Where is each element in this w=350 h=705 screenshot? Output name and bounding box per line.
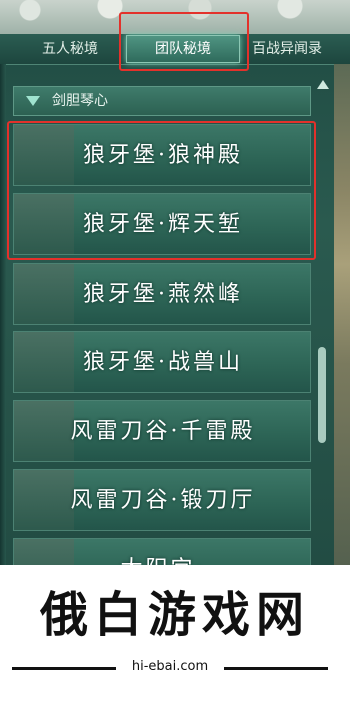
scrollbar-thumb[interactable] — [318, 347, 326, 443]
dungeon-item-taiyang-gong[interactable]: 太阳宫· — [13, 538, 311, 565]
selected-tab-highlight-box — [119, 12, 249, 71]
watermark-title: 俄白游戏网 — [39, 587, 310, 643]
scene-background-strip — [334, 64, 350, 565]
scrollbar[interactable] — [316, 84, 330, 554]
dungeon-item-zhanshou-shan[interactable]: 狼牙堡·战兽山 — [13, 331, 311, 393]
watermark-divider-left — [12, 667, 116, 670]
triangle-down-icon — [26, 96, 40, 106]
dungeon-item-label: 风雷刀谷·千雷殿 — [70, 419, 256, 444]
group-header-label: 剑胆琴心 — [52, 93, 108, 109]
game-panel: 五人秘境 团队秘境 百战异闻录 剑胆琴心 狼牙堡·狼神殿 狼牙堡·辉天堑 狼牙堡… — [0, 0, 350, 565]
group-header-jiandan-qinxin[interactable]: 剑胆琴心 — [13, 86, 311, 116]
left-border — [0, 64, 6, 565]
watermark-divider-right — [224, 667, 328, 670]
dungeon-item-label: 狼牙堡·战兽山 — [83, 350, 243, 375]
selected-items-highlight-box — [7, 121, 316, 260]
watermark-url: hi-ebai.com — [131, 659, 209, 674]
dungeon-item-yanran-feng[interactable]: 狼牙堡·燕然峰 — [13, 263, 311, 325]
scroll-up-arrow-icon[interactable] — [317, 80, 329, 89]
tab-five-person-dungeon[interactable]: 五人秘境 — [24, 34, 116, 64]
watermark-banner: 俄白游戏网 hi-ebai.com — [0, 565, 350, 705]
dungeon-item-duandao-ting[interactable]: 风雷刀谷·锻刀厅 — [13, 469, 311, 531]
dungeon-item-label: 风雷刀谷·锻刀厅 — [70, 488, 256, 513]
dungeon-item-label: 太阳宫· — [14, 539, 310, 565]
dungeon-item-label: 狼牙堡·燕然峰 — [83, 282, 243, 307]
tab-hundred-battles[interactable]: 百战异闻录 — [252, 34, 350, 64]
dungeon-item-qianlei-dian[interactable]: 风雷刀谷·千雷殿 — [13, 400, 311, 462]
